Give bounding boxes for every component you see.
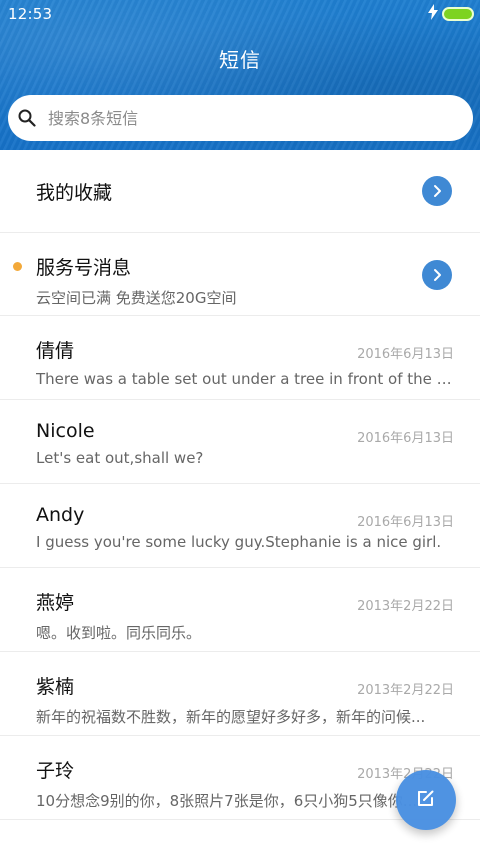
conversation-row[interactable]: Andy I guess you're some lucky guy.Steph… bbox=[0, 484, 480, 568]
unread-dot bbox=[13, 262, 22, 271]
message-date: 2016年6月13日 bbox=[357, 431, 454, 446]
chevron-right-icon[interactable] bbox=[422, 176, 452, 206]
search-icon bbox=[18, 109, 36, 127]
compose-button[interactable] bbox=[396, 770, 456, 830]
search-input[interactable] bbox=[48, 103, 438, 133]
message-preview: Let's eat out,shall we? bbox=[36, 449, 204, 467]
conversation-row[interactable]: 倩倩 There was a table set out under a tre… bbox=[0, 316, 480, 400]
page-title: 短信 bbox=[219, 48, 261, 72]
message-preview: There was a table set out under a tree i… bbox=[36, 370, 454, 388]
battery-icon bbox=[442, 7, 474, 21]
compose-icon bbox=[415, 787, 437, 813]
app-header: 12:53 短信 bbox=[0, 0, 480, 150]
conversation-row[interactable]: 紫楠 新年的祝福数不胜数，新年的愿望好多好多，新年的问候... 2013年2月2… bbox=[0, 652, 480, 736]
conversation-list: 我的收藏 服务号消息 云空间已满 免费送您20G空间 倩倩 There was … bbox=[0, 150, 480, 820]
conversation-row[interactable]: Nicole Let's eat out,shall we? 2016年6月13… bbox=[0, 400, 480, 484]
row-title: 服务号消息 bbox=[36, 257, 132, 279]
status-time: 12:53 bbox=[8, 5, 53, 23]
row-subtitle: 云空间已满 免费送您20G空间 bbox=[36, 289, 237, 307]
service-messages-row[interactable]: 服务号消息 云空间已满 免费送您20G空间 bbox=[0, 233, 480, 316]
search-bar[interactable] bbox=[8, 95, 473, 141]
favorites-row[interactable]: 我的收藏 bbox=[0, 150, 480, 233]
message-preview: 嗯。收到啦。同乐同乐。 bbox=[36, 624, 202, 642]
message-preview: 10分想念9别的你，8张照片7张是你，6只小狗5只像你... bbox=[36, 792, 418, 810]
message-date: 2013年2月22日 bbox=[357, 599, 454, 614]
message-date: 2016年6月13日 bbox=[357, 515, 454, 530]
message-preview: I guess you're some lucky guy.Stephanie … bbox=[36, 533, 442, 551]
status-bar: 12:53 bbox=[0, 0, 480, 28]
conversation-row[interactable]: 燕婷 嗯。收到啦。同乐同乐。 2013年2月22日 bbox=[0, 568, 480, 652]
charging-icon bbox=[428, 4, 438, 24]
message-preview: 新年的祝福数不胜数，新年的愿望好多好多，新年的问候... bbox=[36, 708, 426, 726]
row-title: 我的收藏 bbox=[36, 182, 113, 204]
status-icons bbox=[428, 4, 474, 24]
message-date: 2016年6月13日 bbox=[357, 347, 454, 362]
message-date: 2013年2月22日 bbox=[357, 683, 454, 698]
chevron-right-icon[interactable] bbox=[422, 260, 452, 290]
